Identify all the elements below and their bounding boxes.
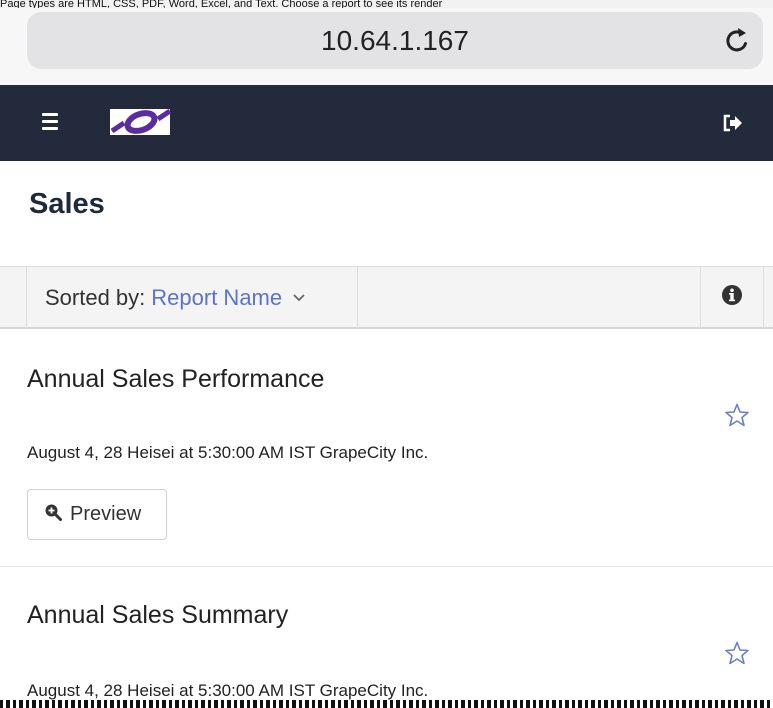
logout-icon[interactable]: [722, 112, 744, 134]
preview-button[interactable]: Preview: [27, 489, 167, 540]
report-name[interactable]: Annual Sales Performance: [27, 365, 324, 394]
sort-value: Report Name: [151, 284, 283, 310]
info-icon: [721, 284, 743, 311]
chevron-down-icon: [292, 293, 306, 303]
page-title: Sales: [29, 188, 105, 220]
preview-label: Preview: [70, 503, 142, 525]
sort-toolbar: Sorted by: Report Name: [0, 266, 773, 329]
cropped-footer-text: [0, 700, 773, 708]
star-outline-icon[interactable]: [724, 640, 750, 666]
hamburger-menu-icon[interactable]: [40, 111, 68, 135]
browser-address-bar: 10.64.1.167: [0, 8, 773, 85]
report-meta: August 4, 28 Heisei at 5:30:00 AM IST Gr…: [27, 681, 429, 700]
cropped-header-text: Page types are HTML, CSS, PDF, Word, Exc…: [0, 0, 773, 8]
sort-label: Sorted by:: [45, 284, 146, 310]
url-text: 10.64.1.167: [321, 25, 469, 56]
report-meta: August 4, 28 Heisei at 5:30:00 AM IST Gr…: [27, 443, 429, 462]
report-name[interactable]: Annual Sales Summary: [27, 601, 288, 630]
reload-icon[interactable]: [721, 23, 755, 57]
zoom-in-icon: [44, 503, 62, 527]
brand-logo[interactable]: [110, 107, 172, 137]
info-button[interactable]: [700, 267, 764, 328]
url-field[interactable]: 10.64.1.167: [27, 12, 763, 69]
sort-dropdown[interactable]: Sorted by: Report Name: [26, 267, 358, 328]
star-outline-icon[interactable]: [724, 402, 750, 428]
list-divider: [0, 566, 773, 567]
top-navbar: [0, 85, 773, 161]
